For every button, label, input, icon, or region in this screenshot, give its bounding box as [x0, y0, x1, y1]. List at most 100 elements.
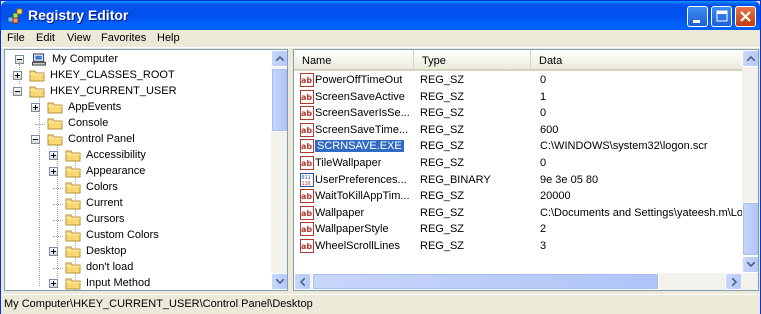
value-type: REG_SZ — [420, 123, 465, 136]
tree-node-label: Colors — [86, 181, 118, 193]
tree-node[interactable]: Appearance — [49, 164, 279, 180]
svg-text:ab: ab — [301, 109, 312, 118]
registry-value-row[interactable]: ab Wallpaper REG_SZ C:\Documents and Settin… — [294, 205, 742, 222]
values-list-pane[interactable]: Name Type Data ab PowerOffTimeOut REG_SZ 0 a… — [293, 49, 759, 291]
value-type: REG_SZ — [420, 206, 465, 219]
scroll-up-button[interactable] — [742, 50, 758, 67]
tree-node-label: Accessibility — [86, 149, 146, 161]
value-type: REG_BINARY — [420, 173, 491, 186]
column-type-header[interactable]: Type — [414, 50, 531, 69]
registry-value-row[interactable]: ab WaitToKillAppTim... REG_SZ 20000 — [294, 188, 742, 205]
expand-icon[interactable] — [49, 151, 58, 160]
value-name: WallpaperStyle — [315, 223, 389, 236]
expand-icon[interactable] — [31, 103, 40, 112]
value-data: 3 — [540, 240, 547, 252]
tree-node[interactable]: Custom Colors — [49, 228, 279, 244]
scroll-thumb[interactable] — [312, 273, 659, 290]
value-data: 600 — [540, 123, 559, 136]
key-tree-pane[interactable]: My Computer HKEY_CLASSES_ROOT HKEY_CURREN… — [4, 49, 288, 291]
tree-node[interactable]: Colors — [49, 180, 279, 196]
svg-text:ab: ab — [301, 192, 312, 201]
status-path: My Computer\HKEY_CURRENT_USER\Control Pa… — [4, 298, 313, 310]
svg-text:ab: ab — [301, 209, 312, 218]
expand-icon[interactable] — [49, 167, 58, 176]
tree-node-label: Cursors — [86, 213, 125, 225]
tree-node-my-computer[interactable]: My Computer — [15, 52, 215, 68]
value-type: REG_SZ — [420, 74, 465, 86]
menu-bar: File Edit View Favorites Help — [1, 30, 760, 48]
tree-scrollbar[interactable] — [271, 50, 287, 290]
value-data: 20000 — [540, 190, 571, 203]
column-data-header[interactable]: Data — [531, 50, 742, 69]
value-type: REG_SZ — [420, 157, 465, 169]
menu-help[interactable]: Help — [157, 32, 180, 44]
registry-editor-window: Registry Editor File Edit View Favorites… — [0, 0, 761, 314]
tree-node[interactable]: don't load — [49, 260, 279, 276]
registry-value-row[interactable]: ab TileWallpaper REG_SZ 0 — [294, 155, 742, 172]
tree-node-label: don't load — [86, 261, 134, 273]
list-horizontal-scrollbar[interactable] — [294, 273, 742, 290]
menu-file[interactable]: File — [7, 32, 25, 44]
window-title: Registry Editor — [28, 7, 129, 23]
scroll-thumb[interactable] — [742, 202, 758, 256]
value-data: 9e 3e 05 80 — [540, 173, 599, 186]
scroll-thumb[interactable] — [271, 68, 287, 132]
tree-node-label: Control Panel — [68, 133, 135, 145]
registry-value-row[interactable]: ab PowerOffTimeOut REG_SZ 0 — [294, 72, 742, 89]
maximize-button[interactable] — [711, 6, 732, 27]
column-name-header[interactable]: Name — [294, 50, 414, 69]
svg-text:ab: ab — [301, 159, 312, 168]
tree-node[interactable]: Control Panel — [31, 132, 261, 148]
svg-text:ab: ab — [301, 126, 312, 135]
registry-value-row[interactable]: ab ScreenSaveTime... REG_SZ 600 — [294, 122, 742, 139]
registry-value-row[interactable]: ab SCRNSAVE.EXE REG_SZ C:\WINDOWS\system32\… — [294, 138, 742, 155]
svg-text:ab: ab — [301, 225, 312, 234]
menu-edit[interactable]: Edit — [36, 32, 55, 44]
minimize-button[interactable] — [687, 6, 708, 27]
tree-node-label: HKEY_CURRENT_USER — [50, 85, 177, 97]
value-type: REG_SZ — [420, 223, 465, 236]
scroll-down-button[interactable] — [271, 273, 287, 290]
expand-icon[interactable] — [49, 247, 58, 256]
chevron-right-icon — [732, 278, 737, 286]
scroll-left-button[interactable] — [294, 273, 311, 290]
value-data: 0 — [540, 107, 547, 120]
registry-value-row[interactable]: ab WallpaperStyle REG_SZ 2 — [294, 221, 742, 238]
close-button[interactable] — [735, 6, 756, 27]
tree-node-label: Custom Colors — [86, 229, 159, 241]
tree-node-label: Current — [86, 197, 123, 209]
collapse-icon[interactable] — [15, 55, 24, 64]
tree-node[interactable]: Current — [49, 196, 279, 212]
tree-node[interactable]: Input Method — [49, 276, 279, 290]
tree-node[interactable]: HKEY_CLASSES_ROOT — [13, 68, 243, 84]
tree-node[interactable]: Cursors — [49, 212, 279, 228]
value-name: Wallpaper — [315, 206, 365, 219]
list-vertical-scrollbar[interactable] — [742, 50, 758, 290]
collapse-icon[interactable] — [13, 87, 22, 96]
tree-node[interactable]: Console — [31, 116, 261, 132]
title-bar[interactable]: Registry Editor — [1, 1, 760, 31]
expand-icon[interactable] — [13, 71, 22, 80]
scroll-up-button[interactable] — [271, 50, 287, 67]
registry-value-row[interactable]: ab WheelScrollLines REG_SZ 3 — [294, 238, 742, 255]
column-header: Name Type Data — [294, 50, 742, 71]
scroll-down-button[interactable] — [742, 256, 758, 273]
menu-view[interactable]: View — [67, 32, 91, 44]
registry-value-row[interactable]: 011 110 UserPreferences... REG_BINARY 9e 3e … — [294, 172, 742, 189]
value-name: SCRNSAVE.EXE — [315, 140, 404, 153]
menu-favorites[interactable]: Favorites — [101, 32, 146, 44]
tree-node[interactable]: AppEvents — [31, 100, 261, 116]
registry-value-row[interactable]: ab ScreenSaveActive REG_SZ 1 — [294, 89, 742, 106]
tree-node[interactable]: Accessibility — [49, 148, 279, 164]
tree-node[interactable]: Desktop — [49, 244, 279, 260]
value-type: REG_SZ — [420, 190, 465, 203]
scroll-right-button[interactable] — [725, 273, 742, 290]
expand-icon[interactable] — [49, 279, 58, 288]
tree-node-label: Input Method — [86, 277, 151, 289]
tree-node-label: Desktop — [86, 245, 127, 257]
tree-node[interactable]: HKEY_CURRENT_USER — [13, 84, 243, 100]
value-name: UserPreferences... — [315, 173, 407, 186]
minimize-icon — [693, 20, 700, 23]
collapse-icon[interactable] — [31, 135, 40, 144]
registry-value-row[interactable]: ab ScreenSaverIsSe... REG_SZ 0 — [294, 105, 742, 122]
